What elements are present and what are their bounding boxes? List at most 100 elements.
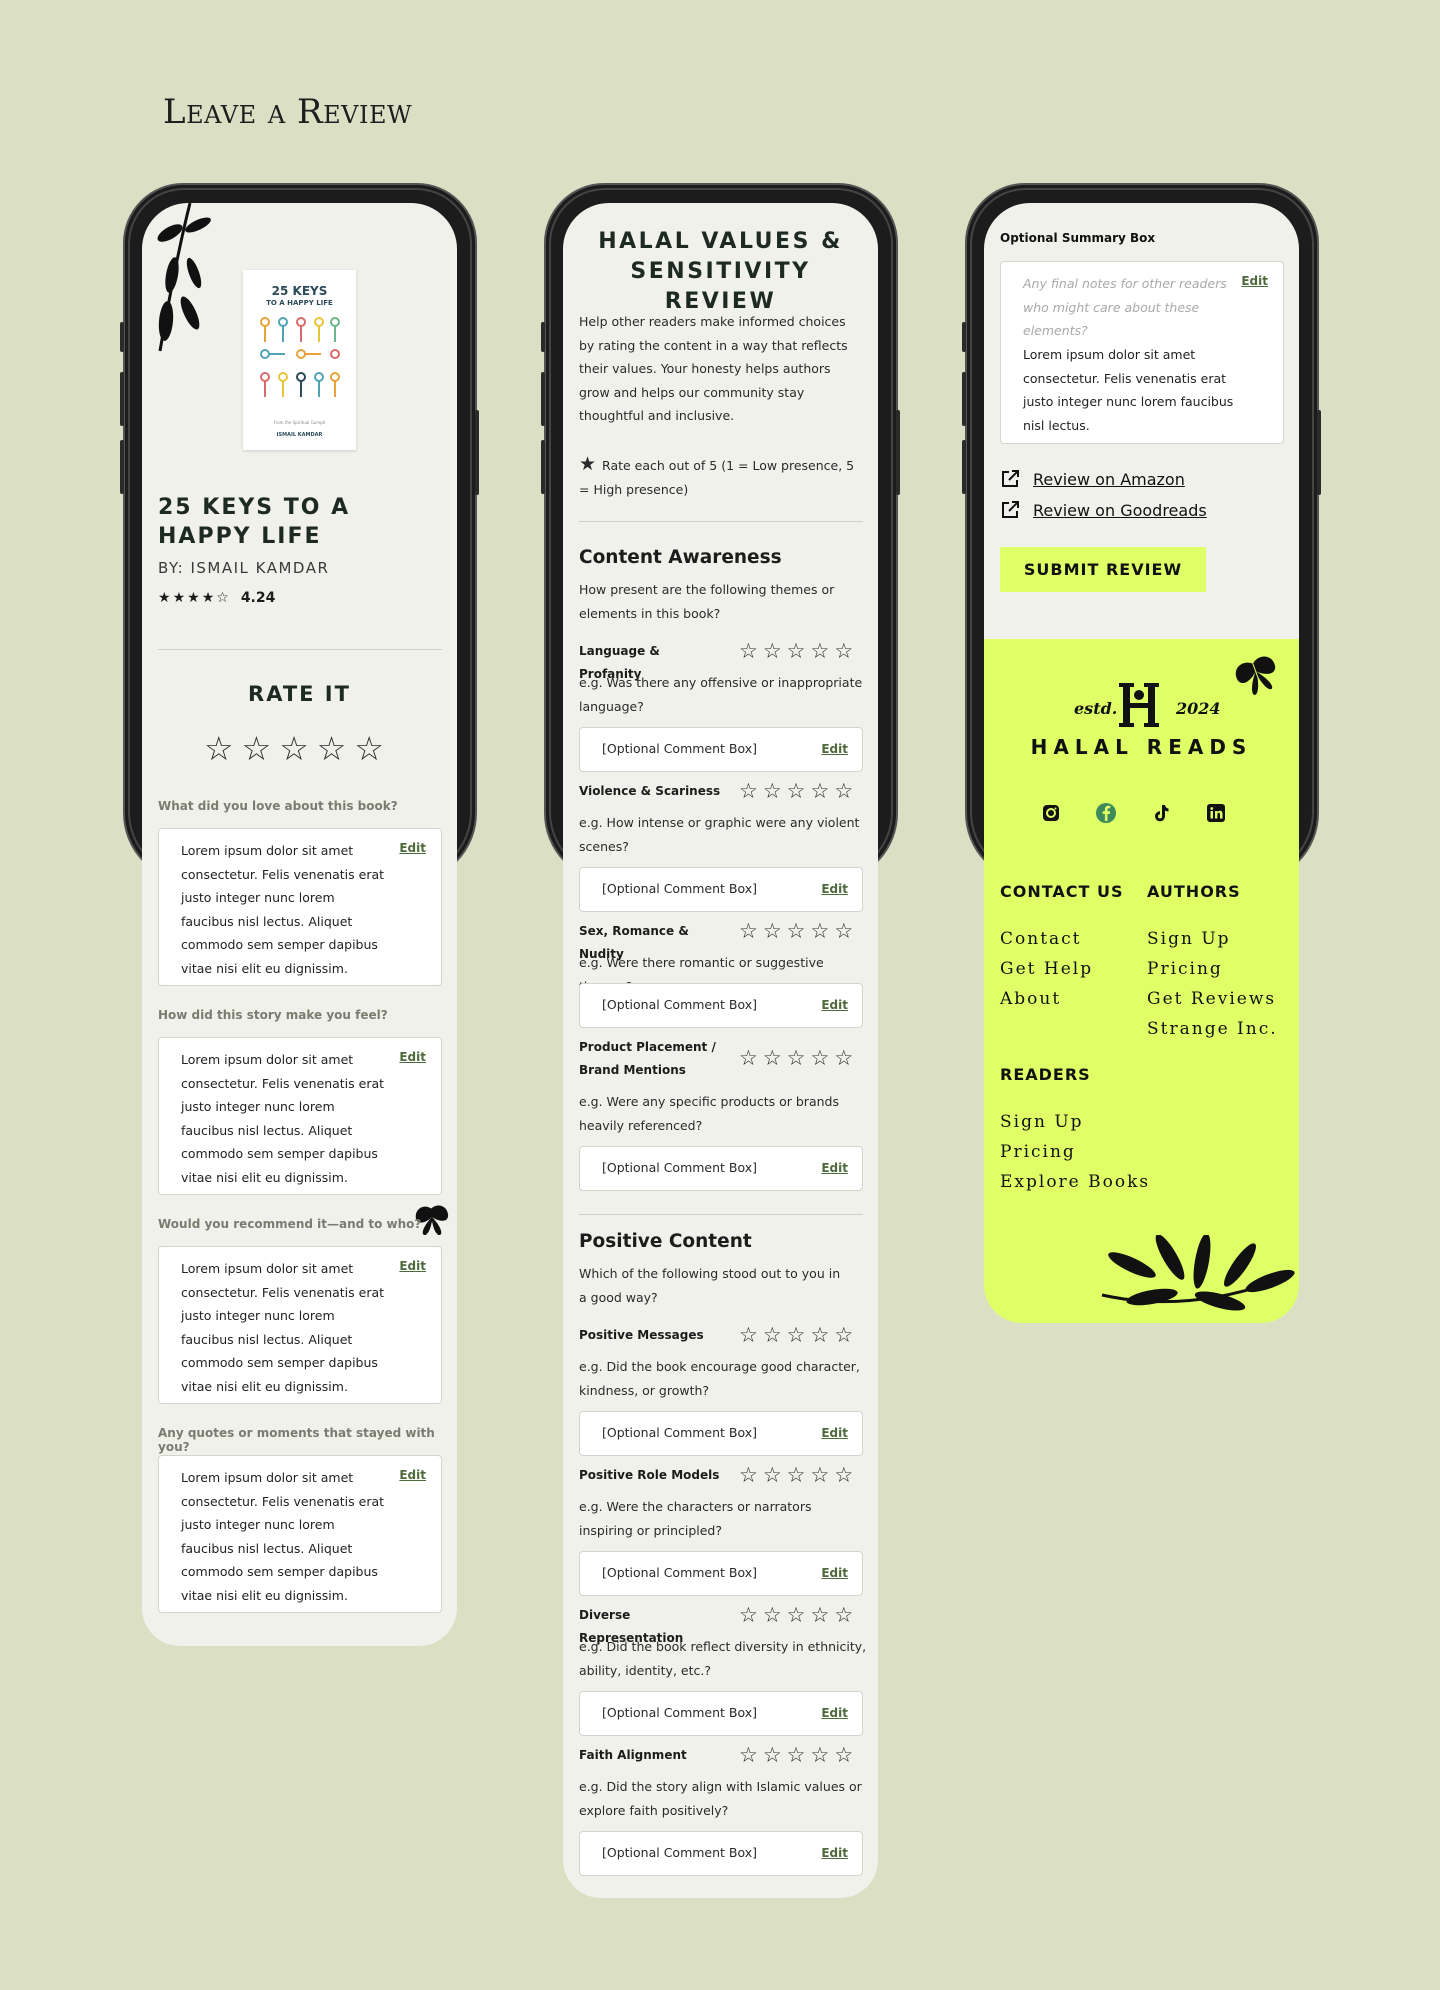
- star-icon[interactable]: ☆: [763, 640, 782, 662]
- edit-link[interactable]: Edit: [399, 1050, 426, 1064]
- edit-link[interactable]: Edit: [821, 998, 848, 1012]
- star-icon[interactable]: ☆: [834, 920, 853, 942]
- edit-link[interactable]: Edit: [399, 1468, 426, 1482]
- star-icon[interactable]: ☆: [763, 1324, 782, 1346]
- star-icon[interactable]: ☆: [787, 640, 806, 662]
- edit-link[interactable]: Edit: [1241, 274, 1268, 288]
- footer-link-contact[interactable]: Contact: [1000, 929, 1082, 949]
- star-icon[interactable]: ☆: [834, 1464, 853, 1486]
- star-icon[interactable]: ☆: [739, 1604, 758, 1626]
- footer-link-reader-pricing[interactable]: Pricing: [1000, 1142, 1076, 1162]
- star-icon[interactable]: ☆: [810, 1047, 829, 1069]
- star-icon[interactable]: ☆: [834, 1604, 853, 1626]
- star-icon[interactable]: ☆: [739, 780, 758, 802]
- question-label: How did this story make you feel?: [158, 1008, 388, 1022]
- star-icon[interactable]: ☆: [787, 1464, 806, 1486]
- star-icon[interactable]: ☆: [763, 920, 782, 942]
- star-icon[interactable]: ☆: [739, 1324, 758, 1346]
- comment-box[interactable]: [Optional Comment Box] Edit: [579, 983, 863, 1028]
- star-icon[interactable]: ☆: [810, 780, 829, 802]
- screen-summary-footer: Optional Summary Box Any final notes for…: [984, 203, 1299, 1323]
- star-icon[interactable]: ☆: [810, 1324, 829, 1346]
- footer-link-strange-inc[interactable]: Strange Inc.: [1147, 1019, 1278, 1039]
- edit-link[interactable]: Edit: [821, 742, 848, 756]
- rate-star-3[interactable]: ☆: [279, 729, 309, 768]
- star-icon[interactable]: ☆: [739, 1047, 758, 1069]
- star-icon[interactable]: ☆: [763, 780, 782, 802]
- footer-link-about[interactable]: About: [1000, 989, 1061, 1009]
- rate-star-4[interactable]: ☆: [317, 729, 347, 768]
- facebook-icon[interactable]: [1095, 802, 1117, 824]
- submit-review-button[interactable]: SUBMIT REVIEW: [1000, 547, 1206, 592]
- edit-link[interactable]: Edit: [399, 1259, 426, 1273]
- linkedin-icon[interactable]: [1205, 802, 1227, 824]
- star-filled-icon: ★: [201, 590, 215, 606]
- tiktok-icon[interactable]: [1150, 802, 1172, 824]
- star-icon[interactable]: ☆: [787, 920, 806, 942]
- star-icon[interactable]: ☆: [739, 1744, 758, 1766]
- star-icon[interactable]: ☆: [834, 780, 853, 802]
- divider: [579, 521, 863, 522]
- criterion-stars: ☆ ☆ ☆ ☆ ☆: [739, 640, 853, 662]
- comment-box[interactable]: [Optional Comment Box] Edit: [579, 727, 863, 772]
- comment-box[interactable]: [Optional Comment Box] Edit: [579, 867, 863, 912]
- comment-box[interactable]: [Optional Comment Box] Edit: [579, 1411, 863, 1456]
- answer-box[interactable]: Lorem ipsum dolor sit amet consectetur. …: [158, 1455, 442, 1613]
- star-icon[interactable]: ☆: [787, 1744, 806, 1766]
- edit-link[interactable]: Edit: [821, 1706, 848, 1720]
- footer-link-author-pricing[interactable]: Pricing: [1147, 959, 1223, 979]
- criterion-label: Violence & Scariness: [579, 784, 721, 798]
- edit-link[interactable]: Edit: [821, 882, 848, 896]
- review-amazon-link[interactable]: Review on Amazon: [1000, 469, 1185, 489]
- star-icon[interactable]: ☆: [810, 1604, 829, 1626]
- star-icon[interactable]: ☆: [810, 1464, 829, 1486]
- star-icon[interactable]: ☆: [787, 1047, 806, 1069]
- rate-it-stars: ☆ ☆ ☆ ☆ ☆: [204, 729, 384, 768]
- star-icon[interactable]: ☆: [739, 920, 758, 942]
- star-icon[interactable]: ☆: [834, 1047, 853, 1069]
- star-icon[interactable]: ☆: [810, 1744, 829, 1766]
- edit-link[interactable]: Edit: [821, 1426, 848, 1440]
- footer-link-explore-books[interactable]: Explore Books: [1000, 1172, 1150, 1192]
- comment-box[interactable]: [Optional Comment Box] Edit: [579, 1691, 863, 1736]
- criterion-example: e.g. Did the story align with Islamic va…: [579, 1779, 862, 1818]
- footer-link-get-help[interactable]: Get Help: [1000, 959, 1093, 979]
- criterion-stars: ☆ ☆ ☆ ☆ ☆: [739, 920, 853, 942]
- star-icon[interactable]: ☆: [739, 640, 758, 662]
- rate-star-1[interactable]: ☆: [204, 729, 234, 768]
- star-icon[interactable]: ☆: [763, 1604, 782, 1626]
- star-icon[interactable]: ☆: [739, 1464, 758, 1486]
- summary-box[interactable]: Any final notes for other readers who mi…: [1000, 261, 1284, 444]
- edit-link[interactable]: Edit: [821, 1846, 848, 1860]
- star-icon[interactable]: ☆: [810, 640, 829, 662]
- summary-text: Lorem ipsum dolor sit amet consectetur. …: [1023, 347, 1234, 433]
- rate-star-2[interactable]: ☆: [242, 729, 272, 768]
- star-icon[interactable]: ☆: [763, 1464, 782, 1486]
- star-icon[interactable]: ☆: [810, 920, 829, 942]
- review-goodreads-link[interactable]: Review on Goodreads: [1000, 500, 1207, 520]
- book-author: BY: ISMAIL KAMDAR: [158, 559, 330, 577]
- footer-link-author-sign-up[interactable]: Sign Up: [1147, 929, 1231, 949]
- comment-box[interactable]: [Optional Comment Box] Edit: [579, 1551, 863, 1596]
- star-icon[interactable]: ☆: [787, 1604, 806, 1626]
- answer-box[interactable]: Lorem ipsum dolor sit amet consectetur. …: [158, 1246, 442, 1404]
- answer-box[interactable]: Lorem ipsum dolor sit amet consectetur. …: [158, 828, 442, 986]
- rate-star-5[interactable]: ☆: [354, 729, 384, 768]
- criterion-example: e.g. Did the book encourage good charact…: [579, 1359, 860, 1398]
- star-icon[interactable]: ☆: [834, 640, 853, 662]
- star-icon[interactable]: ☆: [787, 1324, 806, 1346]
- comment-box[interactable]: [Optional Comment Box] Edit: [579, 1146, 863, 1191]
- footer-link-reader-sign-up[interactable]: Sign Up: [1000, 1112, 1084, 1132]
- edit-link[interactable]: Edit: [821, 1161, 848, 1175]
- edit-link[interactable]: Edit: [399, 841, 426, 855]
- star-icon[interactable]: ☆: [787, 780, 806, 802]
- star-icon[interactable]: ☆: [763, 1047, 782, 1069]
- star-icon[interactable]: ☆: [763, 1744, 782, 1766]
- edit-link[interactable]: Edit: [821, 1566, 848, 1580]
- footer-link-get-reviews[interactable]: Get Reviews: [1147, 989, 1276, 1009]
- star-icon[interactable]: ☆: [834, 1324, 853, 1346]
- comment-box[interactable]: [Optional Comment Box] Edit: [579, 1831, 863, 1876]
- instagram-icon[interactable]: [1040, 802, 1062, 824]
- star-icon[interactable]: ☆: [834, 1744, 853, 1766]
- answer-box[interactable]: Lorem ipsum dolor sit amet consectetur. …: [158, 1037, 442, 1195]
